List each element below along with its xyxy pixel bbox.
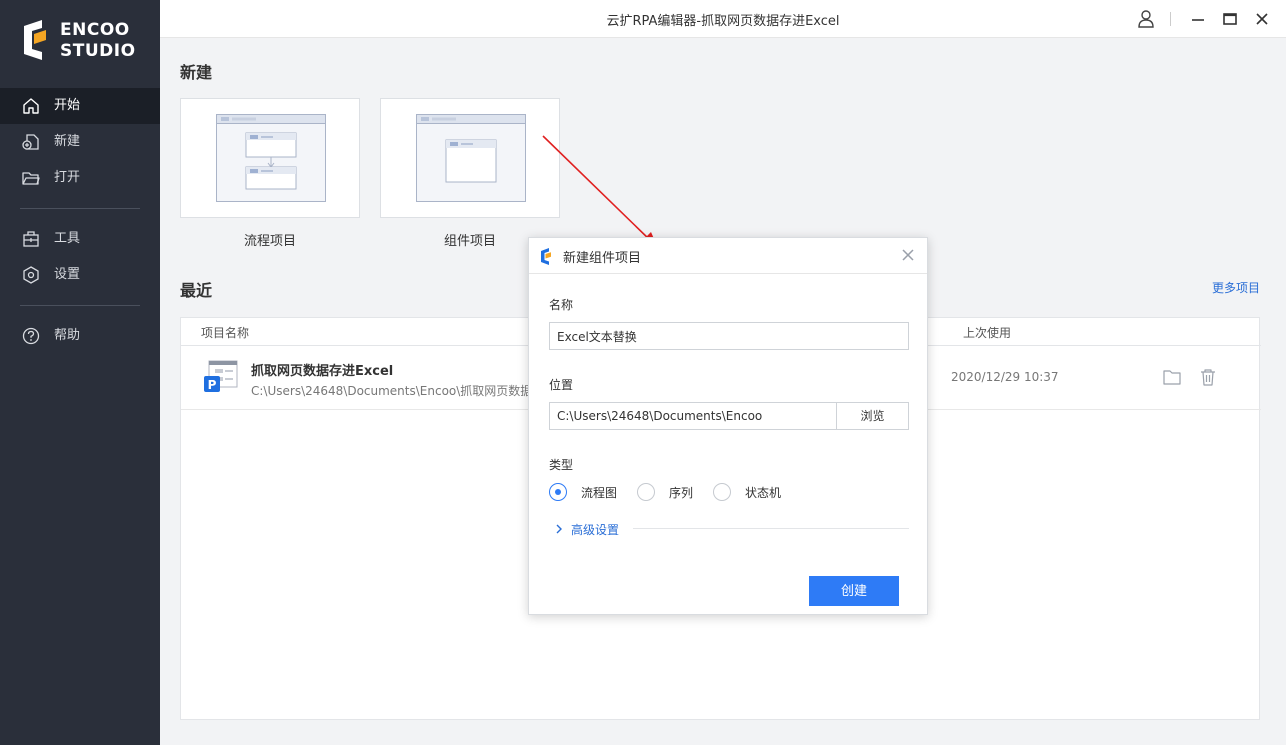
sidebar-item-open[interactable]: 打开: [0, 160, 160, 196]
sidebar-item-new[interactable]: 新建: [0, 124, 160, 160]
dialog-header: 新建组件项目: [529, 238, 927, 274]
create-button[interactable]: 创建: [809, 576, 899, 606]
process-project-label: 流程项目: [243, 234, 296, 249]
location-label: 位置: [549, 378, 574, 392]
sidebar-item-tools[interactable]: 工具: [0, 221, 160, 257]
title-bar: 云扩RPA编辑器-抓取网页数据存进Excel: [160, 0, 1286, 38]
radio-flowchart[interactable]: 流程图: [549, 482, 617, 502]
process-project-thumbnail-icon: [216, 114, 326, 202]
new-component-project-dialog: 新建组件项目 名称 位置 浏览 类型 流程图 序列 状态机 高级设置 创建: [528, 237, 928, 615]
component-project-card[interactable]: [380, 98, 560, 218]
user-icon[interactable]: [1136, 9, 1156, 29]
encoo-logo-icon: [541, 248, 551, 265]
project-path: C:\Users\24648\Documents\Encoo\抓取网页数据存进E…: [251, 384, 541, 398]
column-header-name: 项目名称: [201, 326, 250, 340]
radio-label: 流程图: [581, 485, 618, 500]
browse-button[interactable]: 浏览: [836, 402, 909, 430]
toolbox-icon: [23, 231, 39, 247]
sidebar-item-label: 工具: [54, 231, 81, 246]
settings-icon: [23, 266, 39, 284]
radio-circle: [637, 483, 655, 501]
sidebar-item-settings[interactable]: 设置: [0, 257, 160, 293]
type-label: 类型: [549, 458, 574, 472]
sidebar-item-help[interactable]: 帮助: [0, 318, 160, 354]
radio-circle: [713, 483, 731, 501]
sidebar-item-label: 帮助: [54, 328, 81, 343]
sidebar-item-start[interactable]: 开始: [0, 88, 160, 124]
folder-open-icon: [22, 172, 40, 185]
project-file-icon: P: [204, 360, 238, 392]
help-icon: [22, 327, 40, 345]
advanced-divider: [633, 528, 909, 529]
recent-section-title: 最近: [180, 281, 213, 300]
app-logo: ENCOO STUDIO: [24, 18, 144, 66]
column-header-last-used: 上次使用: [963, 326, 1012, 340]
logo-text: ENCOO STUDIO: [60, 20, 136, 61]
maximize-icon[interactable]: [1220, 9, 1240, 29]
radio-label: 状态机: [745, 485, 782, 500]
sidebar-item-label: 打开: [54, 170, 81, 185]
radio-sequence[interactable]: 序列: [637, 482, 693, 502]
process-project-card[interactable]: [180, 98, 360, 218]
component-project-thumbnail-icon: [416, 114, 526, 202]
more-projects-link[interactable]: 更多项目: [1212, 279, 1260, 296]
advanced-settings-label: 高级设置: [571, 522, 620, 537]
sidebar-divider: [20, 208, 140, 209]
sidebar-divider: [20, 305, 140, 306]
sidebar-item-label: 开始: [54, 98, 81, 113]
new-file-icon: [22, 134, 39, 150]
svg-text:P: P: [208, 378, 217, 392]
radio-label: 序列: [669, 485, 694, 500]
radio-state-machine[interactable]: 状态机: [713, 482, 781, 502]
radio-circle: [549, 483, 567, 501]
close-icon[interactable]: [1252, 9, 1272, 29]
project-name-input[interactable]: [549, 322, 909, 350]
sidebar-item-label: 新建: [54, 134, 81, 149]
advanced-settings-toggle[interactable]: 高级设置: [555, 521, 619, 537]
project-name: 抓取网页数据存进Excel: [251, 364, 394, 379]
titlebar-divider: [1170, 12, 1171, 26]
delete-icon[interactable]: [1199, 368, 1217, 386]
name-label: 名称: [549, 298, 574, 312]
sidebar-item-label: 设置: [54, 267, 81, 282]
encoo-logo-icon: [24, 20, 46, 60]
sidebar: ENCOO STUDIO 开始 新建 打开 工具 设置 帮助: [0, 0, 160, 745]
minimize-icon[interactable]: [1188, 9, 1208, 29]
open-folder-icon[interactable]: [1163, 368, 1181, 386]
chevron-right-icon: [556, 524, 562, 534]
project-last-used: 2020/12/29 10:37: [951, 370, 1059, 384]
new-section-title: 新建: [180, 63, 213, 82]
window-title: 云扩RPA编辑器-抓取网页数据存进Excel: [606, 14, 840, 29]
dialog-title: 新建组件项目: [563, 251, 642, 266]
home-icon: [23, 98, 39, 114]
dialog-close-icon[interactable]: [899, 246, 917, 264]
project-location-input[interactable]: [549, 402, 837, 430]
